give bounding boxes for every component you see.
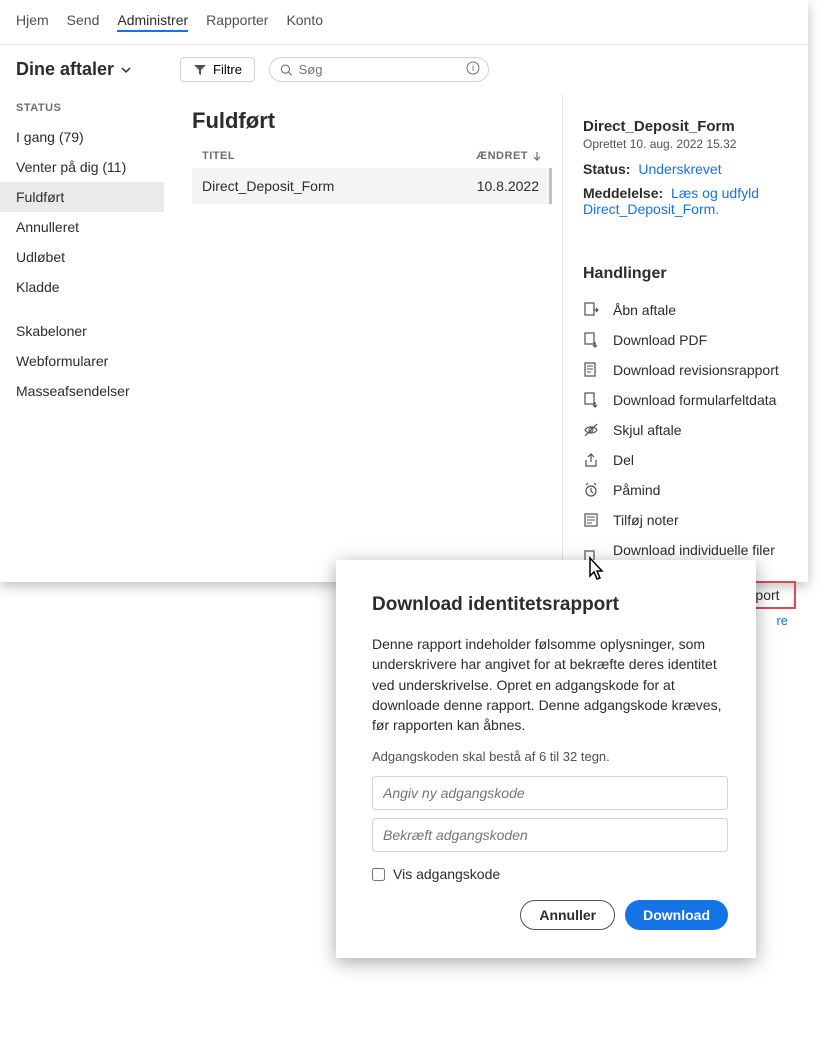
download-data-icon [583,392,599,408]
sidebar-status-label: STATUS [16,94,160,122]
cancel-button[interactable]: Annuller [520,900,615,930]
nav-rapporter[interactable]: Rapporter [206,12,268,32]
message-row: Meddelelse: Læs og udfyld Direct_Deposit… [583,185,788,217]
nav-hjem[interactable]: Hjem [16,12,49,32]
doc-name: Direct_Deposit_Form [583,118,788,135]
show-password-checkbox[interactable] [372,868,385,881]
page-title[interactable]: Dine aftaler [16,59,132,80]
status-row: Status: Underskrevet [583,161,788,177]
nav-send[interactable]: Send [67,12,100,32]
action-hide[interactable]: Skjul aftale [583,415,788,445]
row-title: Direct_Deposit_Form [202,178,334,194]
download-identity-modal: Download identitetsrapport Denne rapport… [336,560,756,958]
action-share[interactable]: Del [583,445,788,475]
arrow-down-icon [532,151,542,161]
toolbar: Dine aftaler Filtre i [0,45,808,94]
table-row[interactable]: Direct_Deposit_Form 10.8.2022 [192,168,552,204]
row-modified: 10.8.2022 [477,178,539,194]
modal-hint: Adgangskoden skal bestå af 6 til 32 tegn… [372,749,728,764]
info-icon[interactable]: i [466,61,480,78]
sidebar-item-in-progress[interactable]: I gang (79) [16,122,160,152]
col-title[interactable]: TITEL [202,150,235,162]
action-download-form-data[interactable]: Download formularfeltdata [583,385,788,415]
action-download-audit[interactable]: Download revisionsrapport [583,355,788,385]
chevron-down-icon [120,64,132,76]
action-notes-label: Tilføj noter [613,512,679,528]
action-download-pdf[interactable]: Download PDF [583,325,788,355]
download-button[interactable]: Download [625,900,728,930]
modal-body: Denne rapport indeholder følsomme oplysn… [372,634,728,735]
open-icon [583,302,599,318]
search-input[interactable] [299,62,478,77]
action-download-form-data-label: Download formularfeltdata [613,392,776,408]
sidebar-item-cancelled[interactable]: Annulleret [16,212,160,242]
show-password-label: Vis adgangskode [393,866,500,882]
password-input[interactable] [372,776,728,810]
show-password-row[interactable]: Vis adgangskode [372,866,728,882]
action-download-pdf-label: Download PDF [613,332,707,348]
password-confirm-input[interactable] [372,818,728,852]
action-remind-label: Påmind [613,482,660,498]
notes-icon [583,512,599,528]
filter-label: Filtre [213,62,242,77]
search-box[interactable]: i [269,57,489,82]
action-share-label: Del [613,452,634,468]
action-remind[interactable]: Påmind [583,475,788,505]
svg-text:i: i [472,63,474,73]
share-icon [583,452,599,468]
actions-heading: Handlinger [583,265,788,283]
nav-administrer[interactable]: Administrer [117,12,188,32]
page-title-text: Dine aftaler [16,59,114,80]
sidebar-item-webforms[interactable]: Webformularer [16,346,160,376]
filter-icon [193,63,207,77]
action-open[interactable]: Åbn aftale [583,295,788,325]
action-open-label: Åbn aftale [613,302,676,318]
sidebar: STATUS I gang (79) Venter på dig (11) Fu… [0,94,160,648]
filter-button[interactable]: Filtre [180,57,255,82]
nav-konto[interactable]: Konto [286,12,323,32]
message-label: Meddelelse: [583,185,663,201]
action-download-audit-label: Download revisionsrapport [613,362,779,378]
status-label: Status: [583,161,630,177]
sidebar-item-templates[interactable]: Skabeloner [16,316,160,346]
status-value[interactable]: Underskrevet [638,161,721,177]
sidebar-item-bulk[interactable]: Masseafsendelser [16,376,160,406]
sidebar-item-expired[interactable]: Udløbet [16,242,160,272]
clock-icon [583,482,599,498]
action-notes[interactable]: Tilføj noter [583,505,788,535]
modal-title: Download identitetsrapport [372,594,728,616]
download-pdf-icon [583,332,599,348]
sidebar-item-completed[interactable]: Fuldført [0,182,164,212]
action-hide-label: Skjul aftale [613,422,681,438]
hide-icon [583,422,599,438]
audit-icon [583,362,599,378]
sidebar-item-waiting[interactable]: Venter på dig (11) [16,152,160,182]
col-modified[interactable]: ÆNDRET [476,150,542,162]
doc-created: Oprettet 10. aug. 2022 15.32 [583,137,788,151]
main-heading: Fuldført [192,108,552,134]
table-header: TITEL ÆNDRET [192,150,552,168]
search-icon [280,63,293,77]
sidebar-item-draft[interactable]: Kladde [16,272,160,302]
col-modified-label: ÆNDRET [476,150,528,162]
top-nav: Hjem Send Administrer Rapporter Konto [0,0,808,45]
